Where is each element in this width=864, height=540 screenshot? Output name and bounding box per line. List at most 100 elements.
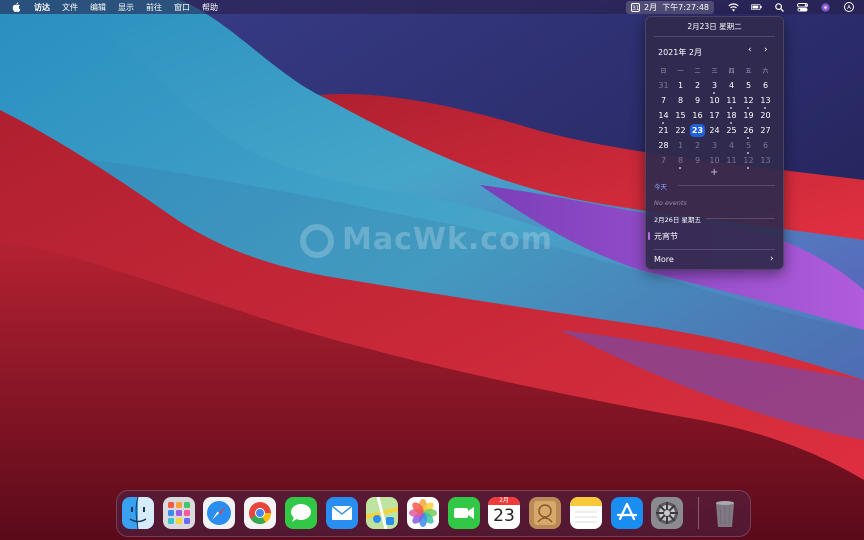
- day-number: 21: [658, 126, 669, 135]
- calendar-app-icon[interactable]: 2月 23: [488, 497, 520, 529]
- day-cell[interactable]: 2: [689, 141, 706, 150]
- facetime-icon[interactable]: [448, 497, 480, 529]
- day-number: 3: [711, 81, 718, 90]
- trash-icon[interactable]: [709, 497, 741, 529]
- user-account-icon[interactable]: A: [843, 2, 854, 12]
- photos-icon[interactable]: [407, 497, 439, 529]
- event-item-lantern-festival[interactable]: 元宵节: [654, 231, 678, 242]
- wifi-icon[interactable]: [728, 2, 739, 12]
- day-cell[interactable]: 9: [689, 96, 706, 105]
- popover-date-header: 2月23日 星期二: [687, 22, 742, 31]
- day-cell[interactable]: 12: [740, 156, 757, 169]
- day-cell[interactable]: 10: [706, 156, 723, 165]
- launchpad-icon[interactable]: [163, 497, 195, 529]
- weekday-label: 六: [762, 68, 769, 75]
- day-cell[interactable]: 13: [757, 96, 774, 109]
- calendar-app-month: 2月: [488, 497, 520, 505]
- day-cell[interactable]: 24: [706, 126, 723, 135]
- notes-icon[interactable]: [570, 497, 602, 529]
- mail-icon[interactable]: [326, 497, 358, 529]
- day-cell[interactable]: 20: [757, 111, 774, 120]
- contacts-icon[interactable]: [529, 497, 561, 529]
- day-cell[interactable]: 16: [689, 111, 706, 120]
- day-cell[interactable]: 21: [655, 126, 672, 135]
- weekday-label: 二: [694, 68, 701, 75]
- day-cell[interactable]: 6: [757, 81, 774, 90]
- add-event-button[interactable]: +: [710, 167, 718, 178]
- calendar-menu-icon: 31: [630, 2, 640, 12]
- menu-view[interactable]: 显示: [118, 2, 134, 13]
- menu-edit[interactable]: 编辑: [90, 2, 106, 13]
- menu-app-name[interactable]: 访达: [34, 2, 50, 13]
- day-cell[interactable]: 14: [655, 111, 672, 124]
- messages-icon[interactable]: [285, 497, 317, 529]
- day-cell[interactable]: 4: [723, 141, 740, 150]
- day-cell[interactable]: 18: [723, 111, 740, 124]
- day-cell[interactable]: 3: [706, 141, 723, 150]
- day-cell[interactable]: 4: [723, 81, 740, 90]
- menu-window[interactable]: 窗口: [174, 2, 190, 13]
- control-center-icon[interactable]: [797, 2, 808, 12]
- day-cell[interactable]: 8: [672, 156, 689, 169]
- day-number: 5: [745, 81, 752, 90]
- day-cell[interactable]: 15: [672, 111, 689, 120]
- day-cell[interactable]: 26: [740, 126, 757, 139]
- day-cell[interactable]: 17: [706, 111, 723, 120]
- day-number: 31: [658, 81, 669, 90]
- week-row: 21 22 23 24 25 26 27: [655, 123, 781, 139]
- day-cell[interactable]: 13: [757, 156, 774, 165]
- watermark-logo-icon: [300, 223, 334, 258]
- chrome-icon[interactable]: [244, 497, 276, 529]
- spotlight-search-icon[interactable]: [774, 2, 785, 12]
- finder-icon[interactable]: [122, 497, 154, 529]
- week-row: 7 8 9 10 11 12 13: [655, 153, 781, 169]
- menu-file[interactable]: 文件: [62, 2, 78, 13]
- week-row: 31 1 2 3 4 5 6: [655, 78, 781, 94]
- maps-icon[interactable]: [366, 497, 398, 529]
- siri-icon[interactable]: [820, 2, 831, 12]
- day-cell[interactable]: 25: [723, 126, 740, 135]
- day-cell[interactable]: 10: [706, 96, 723, 105]
- menubar-clock[interactable]: 31 2月 下午7:27:48: [625, 0, 714, 14]
- day-cell[interactable]: 11: [723, 156, 740, 165]
- day-cell-today[interactable]: 23: [689, 124, 706, 137]
- event-dot-icon: [747, 107, 749, 109]
- day-cell[interactable]: 8: [672, 96, 689, 105]
- day-cell[interactable]: 22: [672, 126, 689, 135]
- event-dot-icon: [747, 152, 749, 154]
- day-cell[interactable]: 31: [655, 81, 672, 90]
- day-number: 22: [675, 126, 686, 135]
- day-cell[interactable]: 7: [655, 96, 672, 105]
- menu-go[interactable]: 前往: [146, 2, 162, 13]
- weekday-label: 五: [745, 68, 752, 75]
- more-button[interactable]: More: [654, 255, 674, 264]
- day-cell[interactable]: 12: [740, 96, 757, 109]
- event-dot-icon: [662, 122, 664, 124]
- battery-icon[interactable]: [751, 2, 762, 12]
- day-number: 26: [743, 126, 754, 135]
- day-cell[interactable]: 2: [689, 81, 706, 90]
- day-number: 17: [709, 111, 720, 120]
- day-cell[interactable]: 19: [740, 111, 757, 120]
- day-cell[interactable]: 6: [757, 141, 774, 150]
- day-cell[interactable]: 11: [723, 96, 740, 109]
- prev-month-button[interactable]: ‹: [748, 45, 752, 55]
- day-cell[interactable]: 1: [672, 81, 689, 90]
- day-cell[interactable]: 7: [655, 156, 672, 165]
- week-row: 28 1 2 3 4 5 6: [655, 138, 781, 154]
- app-store-icon[interactable]: [611, 497, 643, 529]
- day-cell[interactable]: 5: [740, 81, 757, 90]
- separator: [654, 249, 775, 250]
- menu-help[interactable]: 帮助: [202, 2, 218, 13]
- system-preferences-icon[interactable]: [651, 497, 683, 529]
- day-cell[interactable]: 5: [740, 141, 757, 154]
- day-cell[interactable]: 27: [757, 126, 774, 135]
- day-cell[interactable]: 3: [706, 81, 723, 94]
- day-cell[interactable]: 9: [689, 156, 706, 165]
- day-number: 14: [658, 111, 669, 120]
- safari-icon[interactable]: [203, 497, 235, 529]
- apple-logo-icon[interactable]: [12, 2, 22, 12]
- day-cell[interactable]: 28: [655, 141, 672, 150]
- day-cell[interactable]: 1: [672, 141, 689, 150]
- next-month-button[interactable]: ›: [764, 45, 768, 55]
